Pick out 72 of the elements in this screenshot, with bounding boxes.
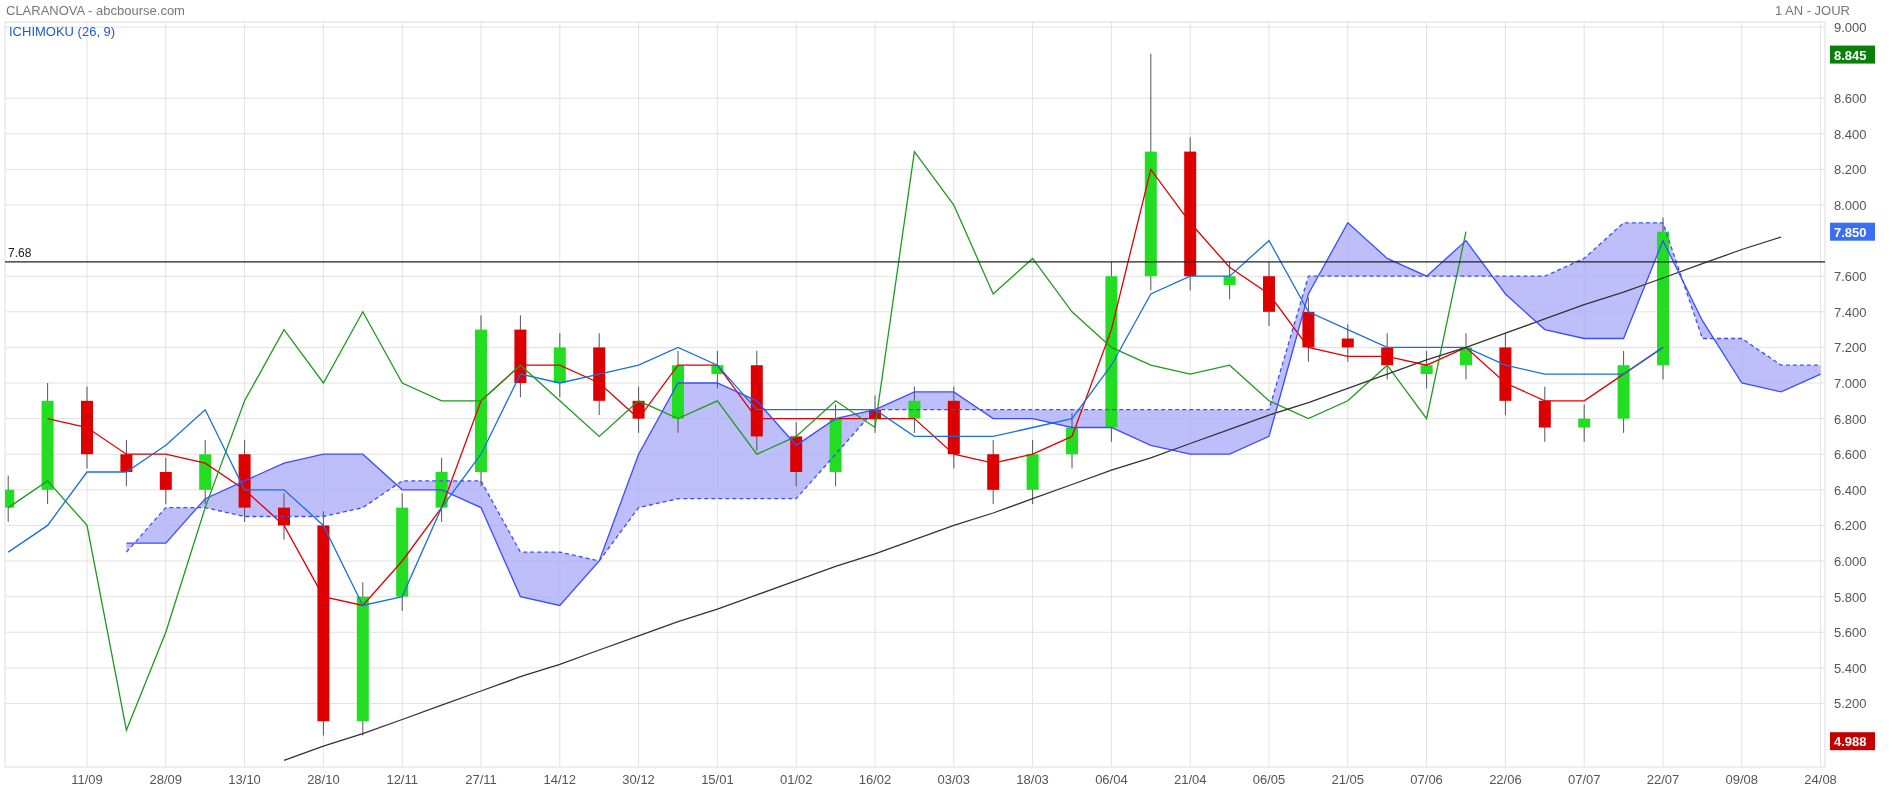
x-axis-label: 06/04 (1095, 772, 1128, 787)
candlestick (1263, 261, 1275, 327)
indicator-legend: ICHIMOKU (26, 9) (9, 24, 116, 39)
candlestick (435, 457, 448, 523)
y-axis-label: 6.200 (1834, 518, 1867, 534)
candlestick (632, 386, 645, 434)
y-axis-label: 8.400 (1834, 126, 1867, 142)
x-axis-label: 16/02 (858, 772, 892, 787)
candlestick (120, 439, 133, 487)
y-axis-label: 5.800 (1834, 589, 1867, 605)
y-axis-label: 6.800 (1834, 411, 1867, 427)
candlestick (987, 439, 1000, 505)
candlestick (1538, 386, 1551, 443)
y-axis-label: 5.600 (1834, 625, 1867, 641)
y-axis-label: 9.000 (1834, 20, 1867, 35)
x-axis-label: 28/09 (149, 772, 183, 787)
x-axis-label: 28/10 (307, 772, 340, 787)
y-axis-label: 8.200 (1834, 162, 1867, 178)
y-axis-label: 7.000 (1834, 376, 1867, 391)
x-axis-label: 07/06 (1410, 772, 1443, 787)
candlestick (1026, 439, 1039, 505)
candlestick (1381, 332, 1394, 380)
candlestick (908, 386, 921, 434)
x-axis-label: 15/01 (701, 772, 734, 787)
price-badge: 7.850 (1830, 222, 1875, 241)
candlestick (1302, 297, 1315, 363)
candlestick (869, 395, 881, 434)
y-axis-label: 7.600 (1834, 269, 1867, 285)
x-axis-label: 22/07 (1646, 772, 1680, 787)
candlestick (1460, 332, 1472, 380)
x-axis-label: 24/08 (1804, 772, 1837, 787)
x-axis-label: 21/05 (1331, 772, 1365, 787)
x-axis-label: 12/11 (386, 772, 418, 787)
x-axis-label: 11/09 (71, 772, 103, 787)
candlestick (1578, 403, 1591, 443)
price-badge: 4.988 (1830, 732, 1875, 751)
x-axis-label: 18/03 (1016, 772, 1049, 787)
candlestick (1223, 261, 1236, 300)
x-axis-label: 07/07 (1567, 772, 1601, 787)
candlestick (159, 457, 172, 505)
candlestick (711, 350, 724, 389)
y-axis-label: 5.400 (1834, 660, 1867, 676)
x-axis-label: 27/11 (465, 772, 497, 787)
x-axis-label: 14/12 (543, 772, 577, 787)
x-axis-label: 01/02 (779, 772, 813, 787)
candlestick (199, 439, 212, 505)
y-axis-label: 7.400 (1834, 304, 1867, 320)
y-axis-label: 6.000 (1834, 554, 1867, 570)
y-axis-label: 5.200 (1834, 696, 1867, 712)
x-axis-label: 21/04 (1173, 772, 1207, 787)
candlestick (553, 332, 566, 398)
x-axis-label: 09/08 (1725, 772, 1759, 787)
y-axis-label: 6.600 (1834, 447, 1867, 463)
y-axis-label: 6.400 (1834, 482, 1867, 498)
candlestick (790, 421, 803, 487)
price-badge: 8.845 (1830, 45, 1875, 64)
candlestick (1420, 350, 1433, 389)
candlestick (1341, 323, 1354, 363)
x-axis-label: 30/12 (622, 772, 655, 787)
chart-title: CLARANOVA - abcbourse.com (6, 2, 185, 18)
y-axis-label: 8.000 (1834, 198, 1867, 213)
candlestick (278, 492, 290, 541)
y-axis-label: 7.200 (1834, 340, 1867, 356)
x-axis-label: 13/10 (228, 772, 261, 787)
x-axis-label: 06/05 (1252, 772, 1286, 787)
level-label: 7.68 (8, 245, 32, 260)
x-axis-label: 03/03 (937, 772, 971, 787)
candlestick (5, 475, 15, 523)
y-axis-label: 8.600 (1834, 91, 1867, 107)
x-axis-label: 22/06 (1489, 772, 1522, 787)
candlestick (1066, 412, 1078, 469)
period-label: 1 AN - JOUR (1774, 2, 1850, 18)
